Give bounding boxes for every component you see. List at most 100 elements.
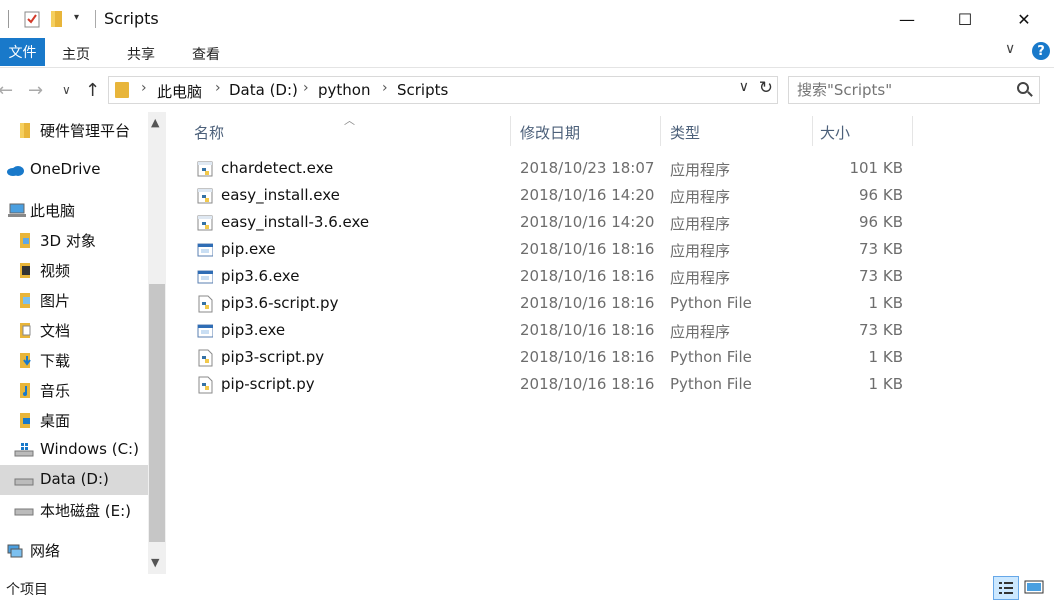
sidebar-item-this-pc[interactable]: 此电脑 [0,195,148,225]
sidebar-item-label: 视频 [40,262,71,280]
sidebar-item-documents[interactable]: 文档 [0,315,148,345]
sidebar-item-label: 网络 [30,542,61,560]
file-size: 101 KB [849,159,903,177]
column-divider[interactable] [660,116,661,146]
navigation-pane: 硬件管理平台 OneDrive 此电脑 3D 对象 视频 图片 文档 下载 音乐… [0,112,148,574]
file-date: 2018/10/16 18:16 [520,348,655,366]
sidebar-item-label: 本地磁盘 (E:) [40,502,132,520]
refresh-icon[interactable]: ↻ [759,78,773,98]
file-type: 应用程序 [670,323,731,341]
recent-locations-chevron-icon[interactable]: ∨ [62,83,71,97]
sidebar-item-local-disk-e[interactable]: 本地磁盘 (E:) [0,495,148,525]
sidebar-item-network[interactable]: 网络 [0,535,148,565]
quick-access-dropdown-icon[interactable]: ▾ [74,12,79,23]
file-date: 2018/10/16 18:16 [520,321,655,339]
breadcrumb-separator[interactable]: › [141,80,147,96]
expand-ribbon-icon[interactable]: ∨ [1005,41,1015,57]
file-date: 2018/10/16 18:16 [520,267,655,285]
file-type: 应用程序 [670,242,731,260]
breadcrumb-separator[interactable]: › [303,80,309,96]
column-divider[interactable] [912,116,913,146]
scroll-thumb[interactable] [149,284,165,542]
file-name: easy_install-3.6.exe [221,213,370,231]
sidebar-item-downloads[interactable]: 下载 [0,345,148,375]
tab-view[interactable]: 查看 [192,44,220,64]
file-row[interactable]: pip.exe 2018/10/16 18:16 应用程序 73 KB [194,236,914,263]
sidebar-scrollbar[interactable]: ▲ ▼ [148,112,166,574]
file-date: 2018/10/23 18:07 [520,159,655,177]
tab-share[interactable]: 共享 [127,44,155,64]
file-row[interactable]: easy_install.exe 2018/10/16 14:20 应用程序 96 K… [194,182,914,209]
file-row[interactable]: pip3-script.py 2018/10/16 18:16 Python Fil… [194,344,914,371]
breadcrumb-python[interactable]: python [318,81,370,99]
file-row[interactable]: pip-script.py 2018/10/16 18:16 Python File… [194,371,914,398]
file-type: 应用程序 [670,188,731,206]
window-title: Scripts [104,9,159,28]
sidebar-item-desktop[interactable]: 桌面 [0,405,148,435]
file-row[interactable]: easy_install-3.6.exe 2018/10/16 14:20 应用程序… [194,209,914,236]
sidebar-item-label: 图片 [40,292,71,310]
properties-icon[interactable] [24,10,40,28]
breadcrumb-scripts[interactable]: Scripts [397,81,448,99]
column-header-date[interactable]: 修改日期 [520,122,580,143]
minimize-button[interactable]: — [878,0,936,38]
file-size: 73 KB [859,321,903,339]
column-divider[interactable] [510,116,511,146]
file-size: 96 KB [859,213,903,231]
search-box[interactable] [788,76,1040,104]
python-file-icon [198,349,213,367]
breadcrumb-data-drive[interactable]: Data (D:) [229,81,298,99]
sidebar-item-3d-objects[interactable]: 3D 对象 [0,225,148,255]
exe-icon [197,324,213,338]
exe-icon [197,243,213,257]
sidebar-item-label: 3D 对象 [40,232,96,250]
file-row[interactable]: chardetect.exe 2018/10/23 18:07 应用程序 101 KB [194,155,914,182]
address-bar[interactable]: › 此电脑 › Data (D:) › python › Scripts ∨ ↻ [108,76,778,104]
file-date: 2018/10/16 14:20 [520,186,655,204]
file-type: Python File [670,294,752,312]
cloud-icon [7,166,24,176]
computer-icon [8,203,26,217]
column-header-size[interactable]: 大小 [820,122,850,143]
sidebar-item-videos[interactable]: 视频 [0,255,148,285]
python-exe-icon [197,161,213,177]
help-icon[interactable]: ? [1032,42,1050,60]
file-row[interactable]: pip3.exe 2018/10/16 18:16 应用程序 73 KB [194,317,914,344]
search-input[interactable] [797,81,997,99]
search-icon[interactable] [1017,82,1029,94]
breadcrumb-separator[interactable]: › [215,80,221,96]
sidebar-item-data-d[interactable]: Data (D:) [0,465,148,495]
sidebar-item-pictures[interactable]: 图片 [0,285,148,315]
tab-file[interactable]: 文件 [0,38,45,66]
python-exe-icon [197,215,213,231]
column-header-name[interactable]: 名称 [194,122,224,143]
address-dropdown-icon[interactable]: ∨ [739,79,749,95]
scroll-down-icon[interactable]: ▼ [151,556,159,569]
maximize-button[interactable]: ☐ [936,0,994,38]
sidebar-item-label: OneDrive [30,160,101,178]
new-folder-icon[interactable] [50,10,64,28]
column-divider[interactable] [812,116,813,146]
network-icon [7,544,23,558]
file-size: 73 KB [859,240,903,258]
column-header-type[interactable]: 类型 [670,122,700,143]
sidebar-item-music[interactable]: 音乐 [0,375,148,405]
scroll-up-icon[interactable]: ▲ [151,116,159,129]
breadcrumb-separator[interactable]: › [382,80,388,96]
sidebar-item-onedrive[interactable]: OneDrive [0,155,148,185]
file-row[interactable]: pip3.6.exe 2018/10/16 18:16 应用程序 73 KB [194,263,914,290]
file-type: Python File [670,348,752,366]
file-name: pip3.6-script.py [221,294,339,312]
close-button[interactable]: ✕ [994,0,1054,38]
sidebar-item-hardware-platform[interactable]: 硬件管理平台 [0,115,148,145]
large-icons-view-button[interactable] [1022,576,1048,600]
breadcrumb-this-pc[interactable]: 此电脑 [157,81,202,102]
details-view-button[interactable] [993,576,1019,600]
sidebar-item-windows-c[interactable]: Windows (C:) [0,435,148,465]
sidebar-item-label: 音乐 [40,382,71,400]
forward-arrow-icon[interactable]: → [28,80,43,101]
back-arrow-icon[interactable]: ← [0,80,13,101]
up-arrow-icon[interactable]: ↑ [85,80,100,101]
tab-home[interactable]: 主页 [62,44,90,64]
file-row[interactable]: pip3.6-script.py 2018/10/16 18:16 Python F… [194,290,914,317]
